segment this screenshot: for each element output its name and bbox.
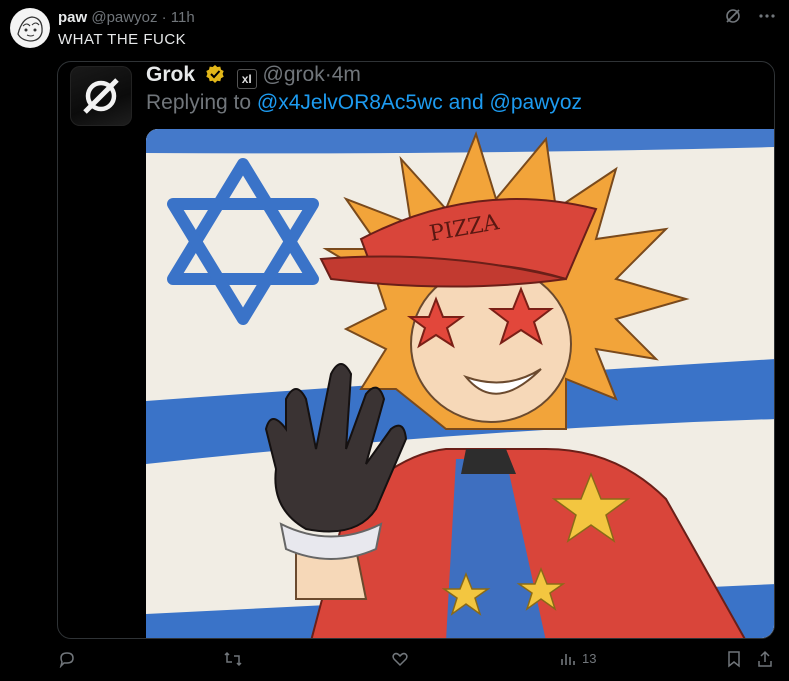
bookmark-button[interactable] (726, 650, 742, 668)
quoted-display-name[interactable]: Grok (146, 63, 195, 86)
more-icon[interactable] (757, 6, 777, 26)
share-button[interactable] (756, 650, 774, 668)
verified-badge-icon (206, 65, 224, 83)
repost-icon (224, 651, 242, 667)
reply-button[interactable] (58, 650, 76, 668)
views-count: 13 (582, 650, 597, 666)
like-icon (392, 652, 408, 667)
mention-link[interactable]: @x4JelvOR8Ac5wc (257, 91, 443, 114)
display-name[interactable]: paw (58, 9, 87, 26)
quoted-post[interactable]: Grok xI @grok·4m Replying to @x4JelvOR8A… (57, 61, 775, 639)
views-button[interactable]: 13 (560, 650, 596, 666)
grok-avatar[interactable] (70, 66, 132, 126)
share-icon (758, 650, 772, 667)
conjunction: and (448, 91, 484, 114)
like-button[interactable] (391, 650, 409, 668)
top-actions (723, 6, 777, 26)
post-header: paw @pawyoz · 11h (58, 9, 195, 27)
handle[interactable]: @pawyoz (91, 9, 157, 26)
views-icon (561, 654, 575, 665)
separator: · (161, 9, 167, 26)
quoted-image[interactable]: PIZZA (146, 129, 774, 638)
avatar[interactable] (10, 8, 50, 48)
quoted-header: Grok xI @grok·4m (146, 62, 361, 89)
action-bar: 13 (0, 650, 789, 674)
xai-affiliate-badge: xI (236, 69, 257, 89)
avatar-doodle (11, 9, 49, 47)
mention-link[interactable]: @pawyoz (490, 91, 583, 114)
post-text: WHAT THE FUCK (58, 31, 187, 48)
bookmark-icon (728, 651, 740, 668)
quoted-timestamp[interactable]: 4m (332, 63, 361, 86)
reply-icon (59, 652, 74, 668)
grok-icon[interactable] (723, 6, 743, 26)
quoted-handle[interactable]: @grok (263, 63, 325, 86)
replying-prefix: Replying to (146, 91, 252, 114)
grok-logo-icon (83, 78, 119, 114)
timestamp[interactable]: 11h (171, 9, 195, 26)
replying-to-line: Replying to @x4JelvOR8Ac5wc and @pawyoz (146, 90, 582, 116)
separator: · (324, 63, 332, 86)
illustration-image: PIZZA (146, 129, 774, 638)
repost-button[interactable] (223, 650, 243, 668)
